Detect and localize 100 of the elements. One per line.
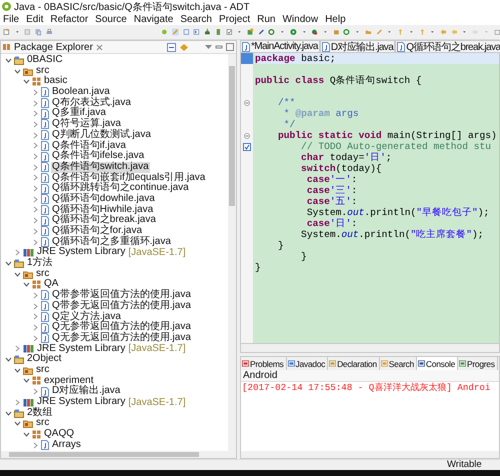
chevron-icon[interactable] xyxy=(23,377,30,384)
javadoc-view-icon xyxy=(288,360,295,367)
menu-item[interactable]: Search xyxy=(180,14,212,24)
pencil-icon[interactable] xyxy=(258,27,264,37)
menu-item[interactable]: Source xyxy=(95,14,127,24)
tree-item[interactable]: D对应输出.java xyxy=(51,386,122,398)
tree-item[interactable]: Q多重if.java xyxy=(51,108,107,120)
tree-item[interactable]: experiment xyxy=(43,376,94,386)
tree-item[interactable]: Q循环语句之break.java xyxy=(51,215,157,226)
tree-item[interactable]: basic xyxy=(43,76,68,88)
pin-icon[interactable] xyxy=(397,27,404,37)
pin-icon[interactable] xyxy=(418,27,426,37)
download-icon[interactable] xyxy=(204,27,211,37)
menu-item[interactable]: Help xyxy=(325,14,346,24)
collapse-all-icon[interactable] xyxy=(167,42,176,52)
tree-item[interactable]: Q无参带返回值方法的使用.java xyxy=(51,322,192,333)
code-line: case'日': xyxy=(306,218,358,229)
menu-item[interactable]: File xyxy=(3,14,20,24)
tree-item[interactable]: Q判断几位数测试.java xyxy=(51,130,152,141)
copy-icon[interactable] xyxy=(35,27,42,37)
menu-item[interactable]: Project xyxy=(219,14,250,24)
window-icon[interactable] xyxy=(494,27,500,37)
chevron-icon[interactable] xyxy=(5,356,12,364)
tree-item[interactable]: Q循环语句dowhile.java xyxy=(51,194,156,205)
tree-item[interactable]: Q条件语句ifelse.java xyxy=(51,151,146,162)
chevron-icon[interactable] xyxy=(14,68,21,75)
new-icon[interactable] xyxy=(3,27,10,37)
package-icon xyxy=(32,376,41,386)
menu-item[interactable]: Window xyxy=(282,14,318,24)
tree-item[interactable]: src xyxy=(35,66,50,76)
bug-icon[interactable] xyxy=(311,27,318,37)
print-icon[interactable] xyxy=(46,27,53,37)
window-icon[interactable] xyxy=(182,27,190,37)
chevron-icon[interactable] xyxy=(23,430,30,438)
editor-tab[interactable]: D对应输出.java xyxy=(320,40,396,52)
menu-item[interactable]: Refactor xyxy=(50,14,88,24)
tree-item[interactable]: Q条件语句if.java xyxy=(51,140,127,152)
chevron-icon[interactable] xyxy=(23,78,30,86)
view-menu-icon[interactable] xyxy=(205,44,212,50)
source-folder-icon xyxy=(23,366,33,375)
puzzle-icon[interactable] xyxy=(247,27,254,37)
horizontal-scrollbar[interactable] xyxy=(241,451,499,458)
tree-item[interactable]: 0BASIC xyxy=(26,55,64,66)
java-file-icon xyxy=(41,386,49,397)
horizontal-scrollbar[interactable] xyxy=(240,344,500,353)
tree-item[interactable]: Q带参带返回值方法的使用.java xyxy=(51,290,192,301)
tree-item[interactable]: 2Object xyxy=(26,354,62,365)
panel-icon[interactable] xyxy=(193,27,200,37)
tree-item[interactable]: JRE System Library xyxy=(36,397,126,408)
tree-item[interactable]: Q循环语句之for.java xyxy=(51,226,144,237)
tree-item[interactable]: Arrays xyxy=(51,440,82,450)
minimize-icon[interactable] xyxy=(215,43,223,51)
horizontal-scrollbar[interactable] xyxy=(1,451,236,458)
editor-tab[interactable]: *MainActivity.java xyxy=(240,40,320,52)
tree-item[interactable]: src xyxy=(35,268,50,280)
tree-item[interactable]: Q条件语句switch.java xyxy=(51,162,150,173)
tree-item[interactable]: QAQQ xyxy=(43,429,76,440)
status-mode: Writable xyxy=(447,460,482,470)
tree-item[interactable]: JRE System Library xyxy=(36,344,126,354)
menu-item[interactable]: Navigate xyxy=(134,14,174,24)
save-icon[interactable] xyxy=(24,27,32,37)
code-line: */ xyxy=(282,119,296,130)
tree-item[interactable]: 2数组 xyxy=(26,408,54,418)
chevron-icon[interactable] xyxy=(14,270,21,278)
tree-item[interactable]: Q符号运算.java xyxy=(51,119,122,130)
tree-item[interactable]: src xyxy=(35,364,50,376)
chevron-icon[interactable] xyxy=(5,56,12,64)
chevron-icon[interactable] xyxy=(5,260,12,267)
brush-icon[interactable] xyxy=(172,27,179,37)
java-file-icon xyxy=(41,440,49,450)
view-tab[interactable]: Console xyxy=(416,357,458,370)
fold-icon[interactable] xyxy=(244,132,250,138)
tree-item[interactable]: src xyxy=(35,418,50,430)
android-icon[interactable] xyxy=(161,27,168,37)
tree-item[interactable]: QA xyxy=(43,279,60,290)
device-icon[interactable] xyxy=(214,27,222,37)
tree-item[interactable]: Q带参无返回值方法的使用.java xyxy=(51,300,192,312)
close-icon[interactable] xyxy=(96,44,103,50)
tree-item[interactable]: Q循环语句Hiwhile.java xyxy=(51,204,154,216)
gear-icon[interactable] xyxy=(268,27,276,37)
tree-item[interactable]: 1方法 xyxy=(26,258,54,269)
chevron-icon[interactable] xyxy=(5,410,12,417)
tree-item[interactable]: Q无参无返回值方法的使用.java xyxy=(51,332,192,344)
fold-icon[interactable] xyxy=(244,100,250,106)
code-line: System.out.println("吃主席套餐"); xyxy=(300,229,484,240)
chevron-icon[interactable] xyxy=(23,281,30,288)
code-line: } xyxy=(255,262,262,273)
maximize-icon[interactable] xyxy=(226,43,234,51)
menu-item[interactable]: Run xyxy=(257,14,276,24)
tree-item[interactable]: Q循环跳转语句之continue.java xyxy=(51,183,190,194)
code-line: case'五': xyxy=(306,196,358,207)
vertical-scrollbar[interactable] xyxy=(228,54,236,451)
refresh-icon[interactable] xyxy=(343,27,350,37)
menu-item[interactable]: Edit xyxy=(26,14,44,24)
play-icon[interactable] xyxy=(290,27,297,37)
chevron-icon[interactable] xyxy=(14,366,21,374)
tree-item[interactable]: Q循环语句之多重循环.java xyxy=(51,236,172,248)
checkbox-icon[interactable] xyxy=(226,27,232,37)
tree-item[interactable]: Boolean.java xyxy=(51,87,111,98)
chevron-icon[interactable] xyxy=(14,420,21,428)
